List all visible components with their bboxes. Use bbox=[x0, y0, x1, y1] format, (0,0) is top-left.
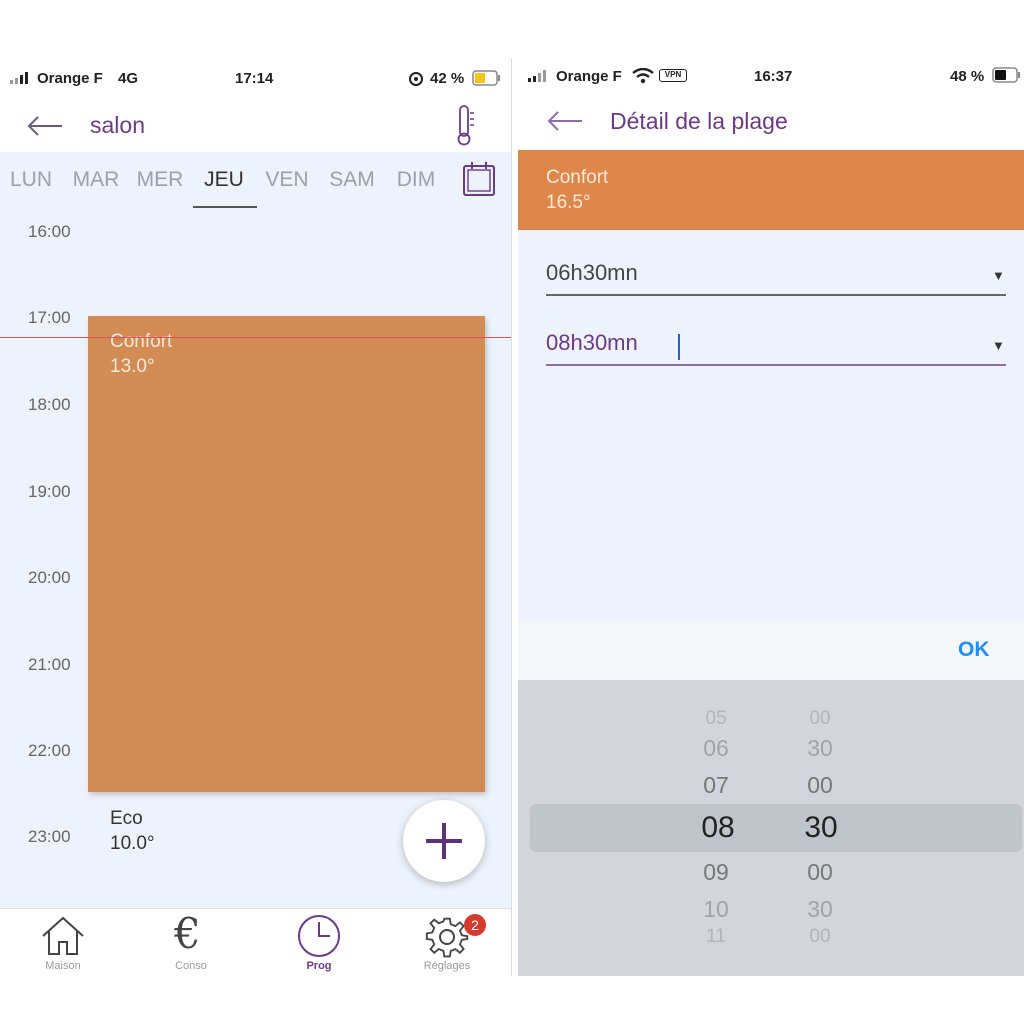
ok-button[interactable]: OK bbox=[958, 638, 990, 662]
picker-hour[interactable]: 11 bbox=[686, 926, 746, 948]
battery-percent: 42 % bbox=[430, 70, 465, 87]
clock-time: 17:14 bbox=[235, 70, 274, 87]
signal-icon bbox=[528, 70, 546, 82]
right-screen: Orange F VPN 16:37 48 % Détail de la pla… bbox=[518, 58, 1024, 976]
hour-label: 19:00 bbox=[28, 482, 71, 501]
time-picker[interactable]: 05 06 07 08 09 10 11 00 30 00 30 00 30 0… bbox=[518, 680, 1024, 976]
tab-ven[interactable]: VEN bbox=[256, 168, 318, 192]
tab-label: Prog bbox=[306, 960, 332, 972]
add-button[interactable] bbox=[403, 800, 485, 882]
eco-temperature: 10.0° bbox=[110, 833, 155, 854]
hour-label: 21:00 bbox=[28, 655, 71, 674]
hour-label: 17:00 bbox=[28, 308, 71, 327]
picker-hour[interactable]: 10 bbox=[686, 896, 746, 923]
orientation-lock-icon bbox=[409, 72, 423, 86]
clock-time: 16:37 bbox=[754, 68, 793, 85]
back-arrow-icon[interactable] bbox=[26, 115, 64, 137]
signal-icon bbox=[10, 72, 28, 84]
left-screen: Orange F 4G 17:14 42 % salon LUN MAR MER… bbox=[0, 58, 512, 976]
hour-label: 22:00 bbox=[28, 741, 71, 760]
picker-minute[interactable]: 00 bbox=[790, 859, 850, 886]
gear-icon bbox=[425, 917, 469, 958]
tab-prog[interactable]: Prog bbox=[274, 909, 364, 976]
picker-minute-selected[interactable]: 30 bbox=[791, 811, 851, 845]
notification-badge: 2 bbox=[464, 914, 486, 936]
picker-hour[interactable]: 07 bbox=[686, 772, 746, 799]
bottom-tab-bar: Maison € Conso Prog Réglages bbox=[0, 908, 511, 976]
start-time-value: 06h30mn bbox=[546, 260, 638, 285]
house-icon bbox=[42, 916, 84, 955]
block-mode-name: Confort bbox=[110, 331, 173, 352]
picker-hour[interactable]: 09 bbox=[686, 859, 746, 886]
mode-name: Confort bbox=[546, 167, 609, 188]
mode-temperature: 16.5° bbox=[546, 192, 591, 213]
vpn-badge: VPN bbox=[659, 69, 687, 82]
carrier-label: Orange F bbox=[556, 68, 622, 85]
tab-label: Réglages bbox=[423, 960, 471, 972]
carrier-label: Orange F bbox=[37, 70, 103, 87]
tab-dim[interactable]: DIM bbox=[385, 168, 447, 192]
end-time-value: 08h30mn bbox=[546, 330, 638, 355]
current-time-line bbox=[0, 337, 511, 338]
battery-icon bbox=[472, 70, 500, 86]
picker-hour-selected[interactable]: 08 bbox=[688, 811, 748, 845]
tab-sam[interactable]: SAM bbox=[321, 168, 383, 192]
plus-icon bbox=[426, 823, 462, 859]
eco-mode-name: Eco bbox=[110, 808, 143, 829]
hour-label: 20:00 bbox=[28, 568, 71, 587]
picker-minute[interactable]: 00 bbox=[790, 926, 850, 948]
thermometer-icon[interactable] bbox=[454, 104, 476, 146]
block-temperature: 13.0° bbox=[110, 356, 155, 377]
picker-minute[interactable]: 30 bbox=[790, 735, 850, 762]
tab-mar[interactable]: MAR bbox=[65, 168, 127, 192]
status-bar: Orange F VPN 16:37 48 % bbox=[518, 58, 1024, 94]
clock-icon bbox=[298, 915, 340, 957]
status-bar: Orange F 4G 17:14 42 % bbox=[0, 58, 511, 100]
picker-hour[interactable]: 06 bbox=[686, 735, 746, 762]
page-title: salon bbox=[90, 112, 145, 138]
day-tabs: LUN MAR MER JEU VEN SAM DIM bbox=[0, 152, 511, 212]
hour-label: 18:00 bbox=[28, 395, 71, 414]
tab-mer[interactable]: MER bbox=[129, 168, 191, 192]
tab-lun[interactable]: LUN bbox=[0, 168, 62, 192]
start-time-field[interactable]: 06h30mn ▼ bbox=[546, 260, 1006, 296]
end-time-field[interactable]: 08h30mn ▼ bbox=[546, 330, 1006, 366]
picker-minute[interactable]: 00 bbox=[790, 772, 850, 799]
field-underline bbox=[546, 294, 1006, 296]
battery-percent: 48 % bbox=[950, 68, 985, 85]
picker-hour[interactable]: 05 bbox=[686, 708, 746, 730]
confort-time-block[interactable] bbox=[88, 316, 485, 792]
calendar-icon[interactable] bbox=[462, 161, 496, 197]
euro-icon: € bbox=[174, 909, 201, 958]
network-label: 4G bbox=[118, 70, 139, 87]
field-underline bbox=[546, 364, 1006, 366]
time-range-form: 06h30mn ▼ 08h30mn ▼ bbox=[518, 230, 1024, 620]
dropdown-arrow-icon: ▼ bbox=[992, 268, 1005, 283]
active-day-indicator bbox=[193, 206, 257, 208]
text-caret bbox=[678, 334, 680, 360]
tab-label: Maison bbox=[45, 960, 81, 972]
tab-label: Conso bbox=[175, 960, 207, 972]
header: Détail de la plage bbox=[518, 94, 1024, 150]
battery-icon bbox=[992, 67, 1020, 83]
hour-label: 23:00 bbox=[28, 827, 71, 846]
picker-minute[interactable]: 00 bbox=[790, 708, 850, 730]
picker-selection-band bbox=[530, 804, 1022, 852]
tab-maison[interactable]: Maison bbox=[18, 909, 108, 976]
tab-jeu[interactable]: JEU bbox=[193, 168, 255, 192]
picker-toolbar: OK bbox=[518, 620, 1024, 680]
page-title: Détail de la plage bbox=[610, 108, 788, 134]
dropdown-arrow-icon: ▼ bbox=[992, 338, 1005, 353]
picker-minute[interactable]: 30 bbox=[790, 896, 850, 923]
hour-label: 16:00 bbox=[28, 222, 71, 241]
wifi-icon bbox=[632, 68, 654, 84]
back-arrow-icon[interactable] bbox=[546, 110, 584, 132]
tab-conso[interactable]: € Conso bbox=[146, 909, 236, 976]
header: salon bbox=[0, 100, 511, 152]
mode-banner: Confort 16.5° bbox=[518, 150, 1024, 230]
